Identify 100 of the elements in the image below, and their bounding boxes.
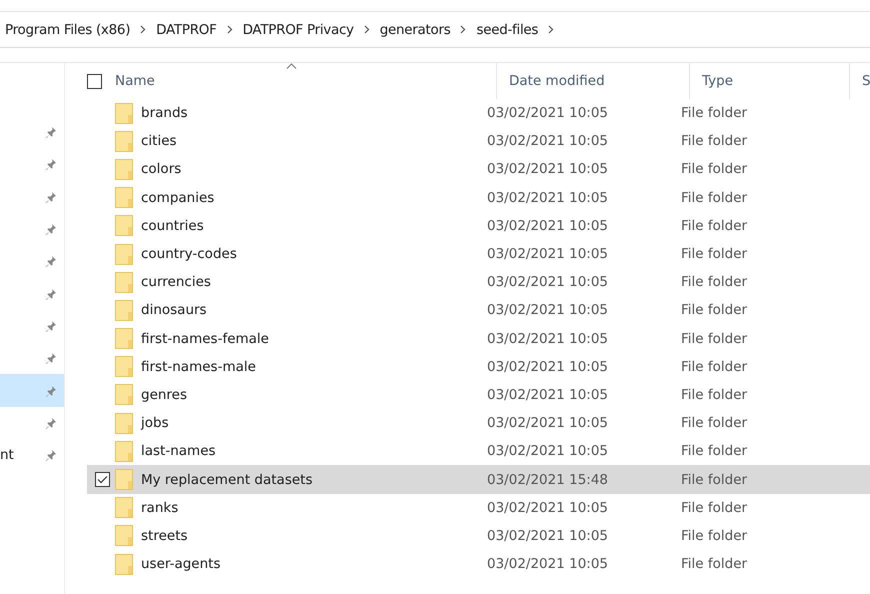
date-cell-text: 03/02/2021 10:05 — [487, 358, 610, 375]
pin-icon[interactable] — [45, 223, 57, 236]
chevron-icon[interactable] — [364, 25, 370, 34]
file-row[interactable]: cities 03/02/2021 10:05 File folder — [87, 127, 870, 156]
date-cell-text: 03/02/2021 10:05 — [487, 190, 610, 206]
date-cell-text: 03/02/2021 10:05 — [487, 386, 610, 403]
breadcrumb-item[interactable]: Program Files (x86) — [5, 22, 140, 38]
folder-icon — [115, 102, 133, 124]
sidebar-label: nt — [0, 447, 14, 464]
file-name: currencies — [141, 274, 212, 290]
date-cell-text: 03/02/2021 10:05 — [487, 443, 610, 460]
column-header[interactable]: S — [850, 63, 870, 99]
date-cell-text: 03/02/2021 10:05 — [487, 161, 610, 178]
file-row[interactable]: genres 03/02/2021 10:05 File folder — [87, 380, 870, 410]
file-row[interactable]: dinosaurs 03/02/2021 10:05 File folder — [87, 296, 870, 324]
file-row[interactable]: first-names-female 03/02/2021 10:05 File folder — [87, 324, 870, 353]
sidebar-item[interactable]: nt — [0, 438, 64, 472]
file-row[interactable]: first-names-male 03/02/2021 10:05 File folder — [87, 352, 870, 381]
folder-icon — [115, 440, 133, 462]
date-cell-text: 03/02/2021 10:05 — [487, 302, 610, 318]
select-all-checkbox[interactable] — [87, 74, 102, 88]
date-cell-text: 03/02/2021 10:05 — [487, 218, 610, 234]
file-name: dinosaurs — [141, 302, 208, 318]
date-cell-text: 03/02/2021 10:05 — [487, 330, 610, 347]
folder-icon — [115, 244, 133, 265]
pin-icon[interactable] — [45, 288, 57, 300]
type-cell: File folder — [681, 190, 748, 206]
date-cell-text: 03/02/2021 10:05 — [487, 274, 610, 290]
type-cell: File folder — [681, 556, 748, 572]
chevron-icon[interactable] — [226, 25, 233, 34]
chevron-icon[interactable] — [460, 25, 466, 34]
type-cell: File folder — [681, 472, 748, 488]
type-cell: File folder — [681, 161, 748, 178]
folder-icon — [115, 187, 133, 208]
type-cell: File folder — [681, 358, 748, 375]
file-row[interactable]: streets 03/02/2021 10:05 File folder — [87, 522, 870, 550]
file-row[interactable]: companies 03/02/2021 10:05 File folder — [87, 184, 870, 212]
breadcrumb-item[interactable]: DATPROF — [156, 22, 227, 38]
folder-icon — [115, 130, 133, 152]
folder-icon — [115, 300, 133, 321]
folder-icon — [115, 469, 133, 490]
date-cell-text: 03/02/2021 10:05 — [487, 105, 610, 122]
type-cell: File folder — [681, 443, 748, 460]
pin-icon[interactable] — [45, 255, 57, 268]
file-name: streets — [141, 528, 189, 544]
pin-icon[interactable] — [45, 416, 57, 429]
breadcrumb-item[interactable]: seed-files — [476, 22, 548, 38]
file-row[interactable]: jobs 03/02/2021 10:05 File folder — [87, 409, 870, 438]
date-cell-text: 03/02/2021 10:05 — [487, 415, 610, 432]
file-name: genres — [141, 386, 188, 403]
pin-icon[interactable] — [45, 384, 57, 397]
chevron-icon[interactable] — [548, 25, 554, 34]
pin-icon[interactable] — [45, 449, 57, 462]
file-name: country-codes — [141, 246, 238, 262]
sort-caret-icon[interactable] — [286, 63, 297, 69]
folder-icon — [115, 497, 133, 518]
column-header[interactable]: Date modified — [497, 63, 690, 99]
file-name: colors — [141, 161, 182, 178]
date-cell-text: 03/02/2021 10:05 — [487, 528, 610, 544]
file-row[interactable]: colors 03/02/2021 10:05 File folder — [87, 155, 870, 184]
file-name: first-names-female — [141, 330, 270, 347]
pin-icon[interactable] — [45, 320, 57, 332]
folder-icon — [115, 384, 133, 406]
folder-icon — [115, 412, 133, 434]
chevron-icon[interactable] — [140, 25, 146, 34]
folder-icon — [115, 158, 133, 180]
file-row[interactable]: last-names 03/02/2021 10:05 File folder — [87, 437, 870, 466]
folder-icon — [115, 356, 133, 378]
breadcrumb-item[interactable]: DATPROF Privacy — [242, 22, 364, 38]
pin-icon[interactable] — [45, 352, 57, 364]
file-row[interactable]: currencies 03/02/2021 10:05 File folder — [87, 268, 870, 296]
file-row[interactable]: ranks 03/02/2021 10:05 File folder — [87, 494, 870, 522]
checkbox-checked-icon[interactable] — [94, 472, 110, 488]
file-row[interactable]: My replacement datasets 03/02/2021 15:48 File folder — [87, 465, 870, 494]
file-name: jobs — [141, 415, 170, 432]
folder-icon — [115, 525, 133, 546]
type-cell: File folder — [681, 528, 748, 544]
pin-icon[interactable] — [45, 158, 57, 170]
type-cell: File folder — [681, 386, 748, 403]
date-cell-text: 03/02/2021 10:05 — [487, 556, 610, 572]
folder-icon — [115, 272, 133, 293]
type-cell: File folder — [681, 415, 748, 432]
file-name: last-names — [141, 443, 217, 460]
file-row[interactable]: country-codes 03/02/2021 10:05 File folder — [87, 240, 870, 268]
date-cell-text: 03/02/2021 10:05 — [487, 133, 610, 150]
file-name: companies — [141, 190, 216, 206]
date-cell-text: 03/02/2021 10:05 — [487, 500, 610, 516]
breadcrumb-item[interactable]: generators — [380, 22, 460, 38]
folder-icon — [115, 328, 133, 350]
type-cell: File folder — [681, 246, 748, 262]
file-name: brands — [141, 105, 189, 122]
pin-icon[interactable] — [45, 126, 57, 138]
file-name: first-names-male — [141, 358, 257, 375]
type-cell: File folder — [681, 500, 748, 516]
pin-icon[interactable] — [45, 190, 57, 203]
file-row[interactable]: user-agents 03/02/2021 10:05 File folder — [87, 550, 870, 578]
column-header[interactable]: Type — [690, 63, 850, 99]
file-row[interactable]: brands 03/02/2021 10:05 File folder — [87, 99, 870, 128]
file-row[interactable]: countries 03/02/2021 10:05 File folder — [87, 212, 870, 240]
column-header[interactable]: Name — [115, 63, 497, 99]
